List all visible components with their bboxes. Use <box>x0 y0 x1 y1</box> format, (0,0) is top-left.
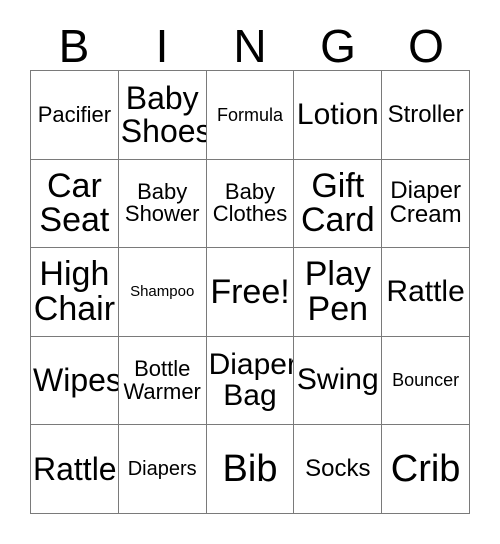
bingo-square[interactable]: Diaper Bag <box>206 336 295 426</box>
bingo-card: B I N G O Pacifier Baby Shoes Formula Lo… <box>0 0 500 544</box>
bingo-square-label: Play Pen <box>304 255 371 328</box>
bingo-square[interactable]: High Chair <box>31 248 119 337</box>
bingo-free-square[interactable]: Free! <box>206 248 295 337</box>
bingo-square-label: Diapers <box>127 457 197 480</box>
bingo-square-label: Crib <box>390 447 461 490</box>
bingo-square[interactable]: Gift Card <box>294 159 383 249</box>
bingo-square-label: Baby Shower <box>124 178 200 227</box>
bingo-square[interactable]: Swing <box>294 336 383 426</box>
bingo-square-label: Baby Clothes <box>212 178 288 227</box>
bingo-square[interactable]: Crib <box>382 425 470 514</box>
bingo-square[interactable]: Bottle Warmer <box>118 336 207 426</box>
bingo-square-label: Bottle Warmer <box>123 356 201 404</box>
bingo-square[interactable]: Diapers <box>118 425 207 514</box>
bingo-square[interactable]: Formula <box>206 71 295 160</box>
bingo-square-label: Rattle <box>33 450 117 487</box>
bingo-square-label: Lotion <box>296 97 379 131</box>
bingo-square[interactable]: Lotion <box>294 71 383 160</box>
bingo-square-label: Bib <box>222 447 278 490</box>
bingo-free-square-label: Free! <box>210 272 290 311</box>
bingo-square-label: Rattle <box>386 274 465 308</box>
bingo-square-label: Bouncer <box>392 370 460 391</box>
bingo-header-letter-b: B <box>58 20 90 72</box>
bingo-square[interactable]: Pacifier <box>31 71 119 160</box>
bingo-square-label: Shampoo <box>130 283 195 301</box>
bingo-square-label: Swing <box>296 363 379 397</box>
bingo-square-label: Formula <box>216 104 283 125</box>
bingo-square-label: Pacifier <box>37 101 112 127</box>
bingo-square[interactable]: Bouncer <box>382 336 470 426</box>
bingo-square[interactable]: Baby Shower <box>118 159 207 249</box>
bingo-square[interactable]: Baby Shoes <box>118 71 207 160</box>
bingo-header-letter-n: N <box>233 20 267 72</box>
bingo-square-label: Car Seat <box>39 166 110 240</box>
bingo-square[interactable]: Stroller <box>382 71 470 160</box>
bingo-square[interactable]: Rattle <box>382 248 470 337</box>
bingo-square[interactable]: Wipes <box>31 336 119 426</box>
bingo-square[interactable]: Play Pen <box>294 248 383 337</box>
bingo-square-label: Gift Card <box>300 166 375 240</box>
bingo-square-label: Diaper Bag <box>208 348 295 412</box>
bingo-square-label: Stroller <box>387 100 464 128</box>
bingo-header-letter-o: O <box>408 20 444 72</box>
bingo-square[interactable]: Baby Clothes <box>206 159 295 249</box>
bingo-square-label: Baby Shoes <box>120 80 207 149</box>
bingo-square-label: Wipes <box>33 362 119 399</box>
bingo-header-letter-i: I <box>155 20 169 72</box>
bingo-header-letter-g: G <box>320 20 356 72</box>
bingo-header: B I N G O <box>30 14 470 70</box>
bingo-square-label: Diaper Cream <box>389 176 462 229</box>
bingo-square[interactable]: Rattle <box>31 425 119 514</box>
bingo-square-label: Socks <box>305 454 371 482</box>
bingo-square[interactable]: Car Seat <box>31 159 119 249</box>
bingo-square[interactable]: Shampoo <box>118 248 207 337</box>
bingo-square[interactable]: Diaper Cream <box>382 159 470 249</box>
bingo-square-label: High Chair <box>33 255 116 328</box>
bingo-square[interactable]: Socks <box>294 425 383 514</box>
bingo-grid: Pacifier Baby Shoes Formula Lotion Strol… <box>30 70 470 514</box>
bingo-square[interactable]: Bib <box>206 425 295 514</box>
